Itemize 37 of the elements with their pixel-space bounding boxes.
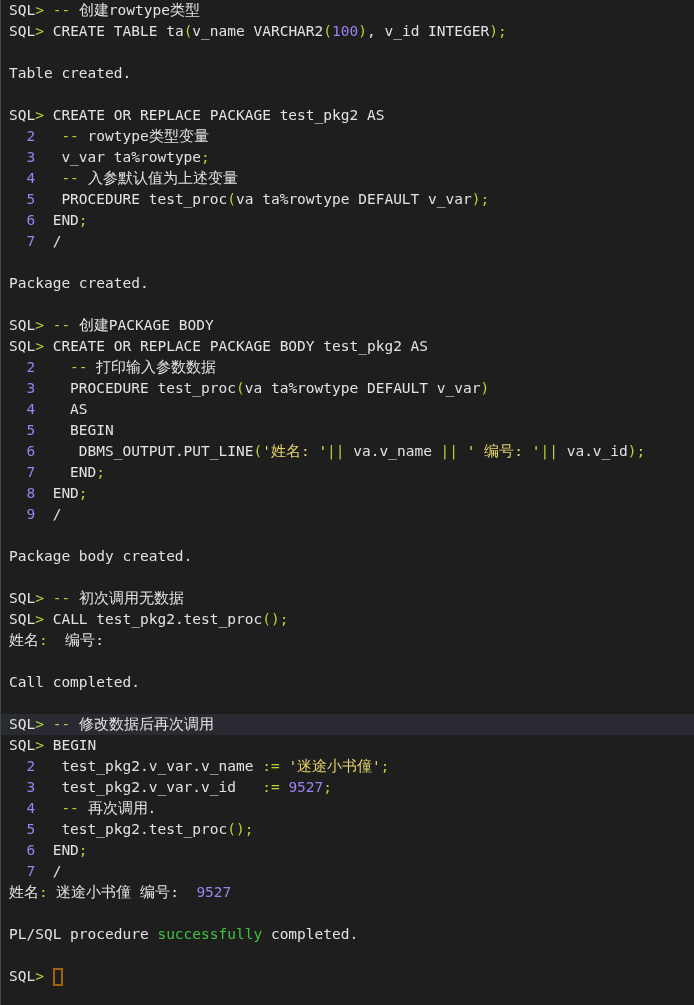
terminal-line: 7 /	[25, 862, 63, 881]
terminal-line: 4 -- 入参默认值为上述变量	[25, 169, 239, 188]
terminal-line: 5 PROCEDURE test_proc(va ta%rowtype DEFAULT v_var);	[25, 190, 491, 210]
terminal-line: 4 -- 再次调用.	[25, 799, 158, 818]
prompt-text: SQL>	[9, 967, 44, 986]
terminal-line: 5 test_pkg2.test_proc();	[25, 820, 255, 840]
terminal-line: 4 AS	[25, 400, 89, 419]
terminal-line: 6 END;	[25, 211, 89, 230]
terminal-line: SQL> CALL test_pkg2.test_proc();	[8, 610, 290, 630]
terminal-line: 3 test_pkg2.v_var.v_id := 9527;	[25, 778, 334, 798]
terminal-line: SQL> CREATE OR REPLACE PACKAGE test_pkg2 AS	[8, 106, 386, 126]
terminal-line: SQL> -- 创建rowtype类型	[8, 1, 201, 20]
terminal-line: 3 PROCEDURE test_proc(va ta%rowtype DEFAULT v_var)	[25, 379, 491, 399]
terminal-line: SQL> -- 创建PACKAGE BODY	[8, 316, 215, 335]
terminal-line: 8 END;	[25, 484, 89, 503]
terminal-line: SQL> -- 初次调用无数据	[8, 589, 185, 608]
terminal-line: 6 DBMS_OUTPUT.PUT_LINE('姓名: '|| va.v_name || ' 编号: '|| va.v_id);	[25, 442, 647, 462]
terminal-line: 3 v_var ta%rowtype;	[25, 148, 211, 168]
terminal-line: Package created.	[8, 274, 150, 293]
terminal-line: 姓名: 迷途小书僮 编号: 9527	[8, 883, 233, 902]
terminal-line: PL/SQL procedure successfully completed.	[8, 925, 360, 944]
terminal-line: SQL> BEGIN	[8, 736, 98, 755]
terminal-line: 9 /	[25, 505, 63, 524]
terminal-line: Table created.	[8, 64, 133, 83]
terminal-line: 姓名: 编号:	[8, 631, 105, 650]
terminal-line: 6 END;	[25, 841, 89, 860]
cursor-icon	[52, 967, 63, 986]
terminal-line: 7 END;	[25, 463, 107, 482]
terminal-line: 2 -- 打印输入参数数据	[25, 358, 218, 377]
terminal-line: 2 test_pkg2.v_var.v_name := '迷途小书僮';	[25, 757, 391, 777]
terminal-line: SQL> CREATE OR REPLACE PACKAGE BODY test_pkg2 AS	[8, 337, 430, 357]
terminal-line: 7 /	[25, 232, 63, 251]
terminal-line: 5 BEGIN	[25, 421, 115, 440]
terminal-line: SQL> CREATE TABLE ta(v_name VARCHAR2(100), v_id INTEGER);	[8, 22, 508, 42]
terminal-line: Call completed.	[8, 673, 141, 692]
terminal-line: Package body created.	[8, 547, 194, 566]
terminal-line: 2 -- rowtype类型变量	[25, 127, 210, 146]
